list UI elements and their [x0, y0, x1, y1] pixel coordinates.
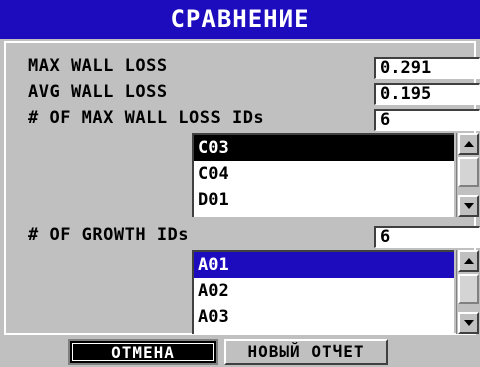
- scroll-thumb[interactable]: [458, 157, 479, 187]
- window-title: СРАВНЕНИЕ: [0, 0, 480, 39]
- list-item[interactable]: A02: [194, 278, 454, 304]
- cancel-button-label: ОТМЕНА: [72, 343, 214, 362]
- comparison-panel: MAX WALL LOSS 0.291 AVG WALL LOSS 0.195 …: [4, 41, 480, 335]
- growth-id-list[interactable]: A01 A02 A03: [192, 250, 454, 334]
- arrow-down-icon: [464, 203, 474, 209]
- list-item[interactable]: C04: [194, 161, 454, 187]
- scroll-down-button[interactable]: [458, 195, 479, 217]
- list-item[interactable]: D01: [194, 187, 454, 213]
- scroll-thumb[interactable]: [458, 274, 479, 304]
- arrow-up-icon: [464, 258, 474, 264]
- new-report-button[interactable]: НОВЫЙ ОТЧЕТ: [224, 339, 388, 365]
- growth-ids-label: # OF GROWTH IDs: [28, 225, 190, 245]
- list-item[interactable]: C03: [194, 135, 454, 161]
- scroll-down-button[interactable]: [458, 312, 479, 334]
- max-wall-loss-value: 0.291: [374, 57, 480, 79]
- scroll-up-button[interactable]: [458, 250, 479, 272]
- max-wall-loss-ids-count: 6: [374, 109, 480, 131]
- avg-wall-loss-value: 0.195: [374, 83, 480, 105]
- avg-wall-loss-label: AVG WALL LOSS: [28, 82, 168, 102]
- action-bar: ОТМЕНА НОВЫЙ ОТЧЕТ: [0, 335, 480, 367]
- max-wall-loss-label: MAX WALL LOSS: [28, 56, 168, 76]
- max-wall-loss-id-list[interactable]: C03 C04 D01: [192, 133, 454, 217]
- scroll-up-button[interactable]: [458, 133, 479, 155]
- cancel-button[interactable]: ОТМЕНА: [68, 339, 218, 365]
- list-item[interactable]: A01: [194, 252, 454, 278]
- list-item[interactable]: A03: [194, 304, 454, 330]
- arrow-up-icon: [464, 141, 474, 147]
- max-wall-loss-list-scrollbar[interactable]: [456, 133, 480, 217]
- growth-list-scrollbar[interactable]: [456, 250, 480, 334]
- growth-ids-count: 6: [374, 226, 480, 248]
- arrow-down-icon: [464, 320, 474, 326]
- max-wall-loss-ids-label: # OF MAX WALL LOSS IDs: [28, 108, 265, 128]
